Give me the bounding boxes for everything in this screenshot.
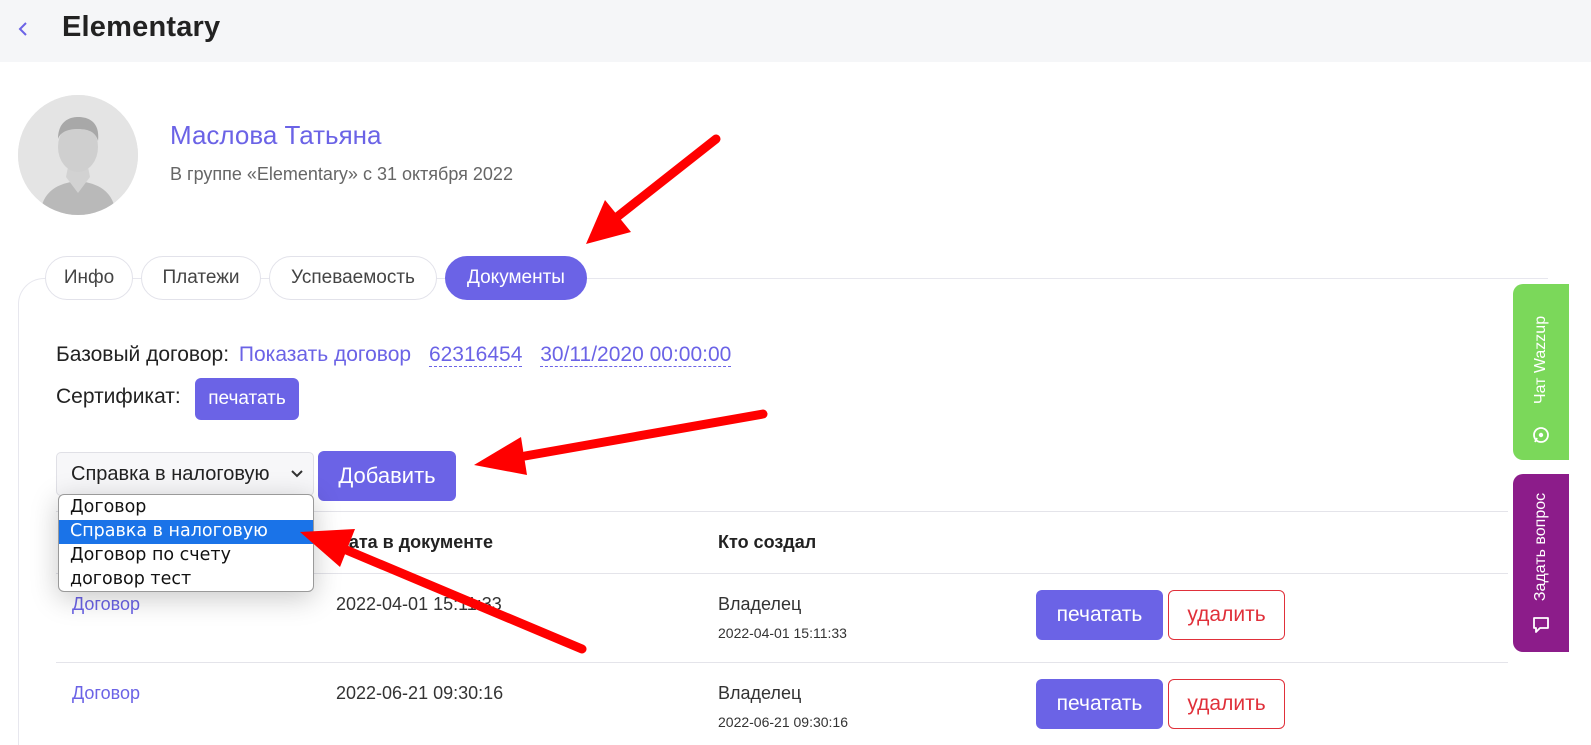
tab-info[interactable]: Инфо [45,256,133,300]
document-date: 2022-04-01 15:11:33 [336,594,502,614]
creator-name: Владелец [718,683,802,703]
base-contract-label: Базовый договор: [56,343,230,366]
print-button[interactable]: печатать [1036,590,1163,640]
dropdown-option[interactable]: Договор [59,496,313,520]
row-divider [56,662,1508,663]
delete-button[interactable]: удалить [1168,590,1285,640]
user-group-info: В группе «Elementary» с 31 октября 2022 [170,164,513,184]
created-at: 2022-06-21 09:30:16 [718,714,848,730]
whatsapp-icon [1532,426,1550,449]
contract-number[interactable]: 62316454 [428,343,523,367]
avatar [18,95,138,215]
certificate-print-button[interactable]: печатать [195,378,299,420]
document-link[interactable]: Договор [72,683,140,704]
tab-payments[interactable]: Платежи [141,256,261,300]
show-contract-link[interactable]: Показать договор [239,343,411,366]
chat-bubble-icon [1530,614,1552,641]
user-name[interactable]: Маслова Татьяна [170,120,382,151]
column-header-creator: Кто создал [718,532,817,552]
dropdown-option[interactable]: договор тест [59,568,313,591]
base-contract-row: Базовый договор: Показать договор 623164… [56,343,732,367]
contract-date[interactable]: 30/11/2020 00:00:00 [540,343,732,367]
dropdown-option-selected[interactable]: Справка в налоговую [59,520,313,544]
tab-progress[interactable]: Успеваемость [269,256,437,300]
document-type-dropdown: Договор Справка в налоговую Договор по с… [58,494,314,592]
tab-documents[interactable]: Документы [445,256,587,300]
dropdown-option[interactable]: Договор по счету [59,544,313,568]
wazzup-chat-widget[interactable]: Чат Wazzup [1513,284,1569,460]
delete-button[interactable]: удалить [1168,679,1285,729]
print-button[interactable]: печатать [1036,679,1163,729]
certificate-label: Сертификат: [56,385,181,408]
creator-name: Владелец [718,594,802,614]
document-type-selected: Справка в налоговую [71,463,270,485]
chevron-left-icon[interactable] [16,16,34,42]
add-document-button[interactable]: Добавить [318,451,456,501]
document-link[interactable]: Договор [72,594,140,615]
ask-question-widget[interactable]: Задать вопрос [1513,474,1569,652]
column-header-date: Дата в документе [336,532,493,552]
annotation-arrow [586,134,721,244]
created-at: 2022-04-01 15:11:33 [718,625,847,641]
ask-question-label: Задать вопрос [1532,492,1549,602]
wazzup-label: Чат Wazzup [1532,315,1549,405]
document-date: 2022-06-21 09:30:16 [336,683,504,703]
page-title: Elementary [62,11,221,43]
document-type-select[interactable]: Справка в налоговую [56,452,314,496]
top-bar: Elementary [0,0,1591,62]
